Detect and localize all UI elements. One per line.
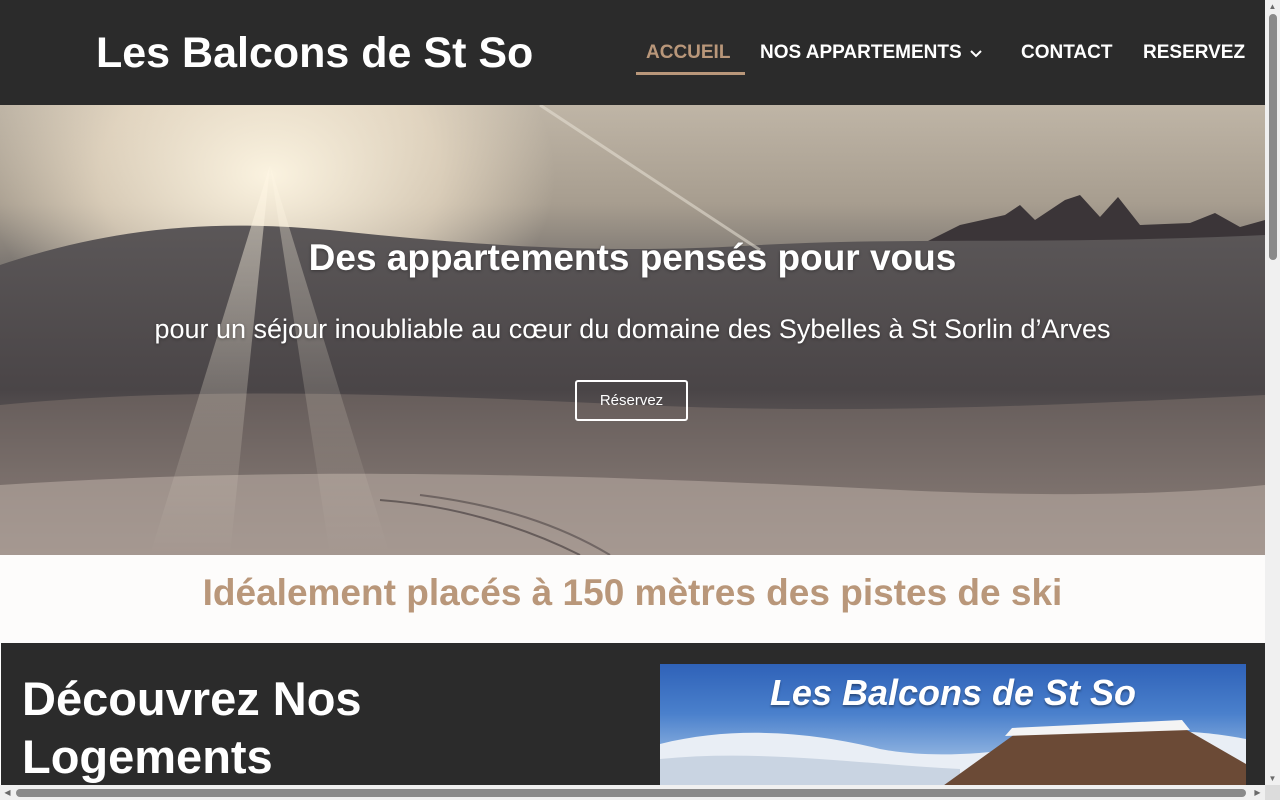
nav-item-accueil[interactable]: ACCUEIL: [646, 40, 730, 66]
horizontal-scrollbar[interactable]: ◀ ▶: [0, 785, 1265, 800]
logements-section: Découvrez Nos Logements Les Balcons de S…: [1, 643, 1265, 788]
nav-active-indicator: [636, 72, 745, 75]
nav-item-label: NOS APPARTEMENTS: [760, 42, 962, 63]
tagline-section: Idéalement placés à 150 mètres des piste…: [0, 555, 1265, 643]
scroll-left-icon[interactable]: ◀: [3, 788, 12, 797]
main-nav: ACCUEIL NOS APPARTEMENTS CONTACT RESERVE…: [0, 0, 1265, 105]
tagline-heading: Idéalement placés à 150 mètres des piste…: [202, 572, 1063, 613]
vertical-scrollbar[interactable]: ▲ ▼: [1265, 0, 1280, 785]
site-header: Les Balcons de St So ACCUEIL NOS APPARTE…: [0, 0, 1265, 105]
nav-item-reservez[interactable]: RESERVEZ: [1143, 40, 1245, 66]
hero-title: Des appartements pensés pour vous: [308, 237, 957, 278]
scroll-down-icon[interactable]: ▼: [1268, 774, 1277, 783]
reserve-button[interactable]: Réservez: [575, 380, 688, 421]
chevron-down-icon: [968, 40, 984, 66]
horizontal-scroll-thumb[interactable]: [16, 789, 1246, 797]
residence-image: Les Balcons de St So: [660, 664, 1246, 788]
scroll-up-icon[interactable]: ▲: [1268, 2, 1277, 11]
nav-item-contact[interactable]: CONTACT: [1021, 40, 1112, 66]
residence-image-title: Les Balcons de St So: [769, 672, 1137, 713]
hero-banner: Des appartements pensés pour vous pour u…: [0, 105, 1265, 555]
logements-heading: Découvrez Nos Logements: [22, 672, 362, 783]
nav-item-nos-appartements[interactable]: NOS APPARTEMENTS: [760, 40, 984, 66]
vertical-scroll-thumb[interactable]: [1269, 14, 1277, 260]
hero-subtitle: pour un séjour inoubliable au cœur du do…: [154, 314, 1111, 344]
scroll-right-icon[interactable]: ▶: [1253, 788, 1262, 797]
scrollbar-corner: [1265, 785, 1280, 800]
